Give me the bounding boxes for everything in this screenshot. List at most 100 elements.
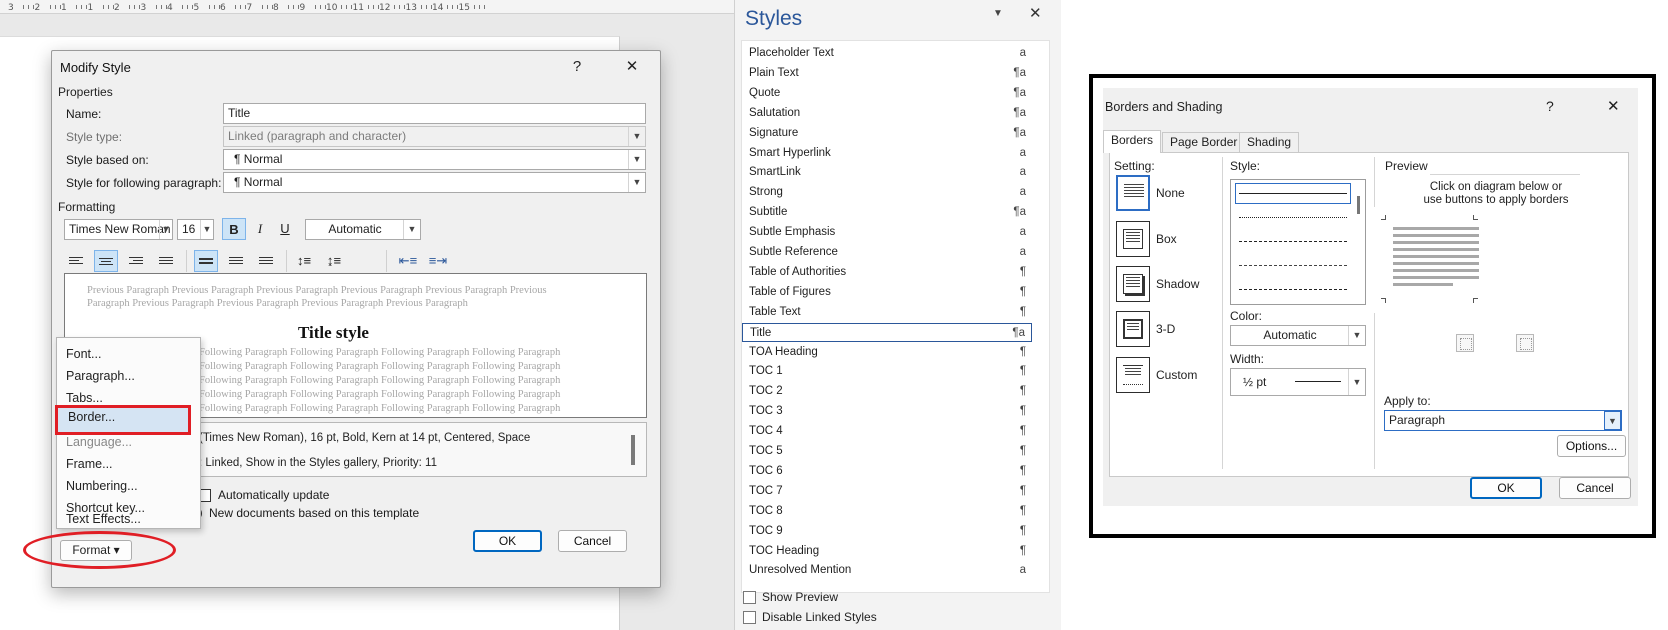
style-list-item[interactable]: Table of Authorities ¶ xyxy=(742,263,1032,283)
style-list-item[interactable]: Table Text ¶ xyxy=(742,303,1032,323)
chevron-down-icon[interactable]: ▼ xyxy=(159,220,172,239)
border-preview-diagram[interactable] xyxy=(1371,207,1494,313)
cancel-button[interactable]: Cancel xyxy=(558,530,627,552)
increase-indent-icon[interactable]: ≡⇥ xyxy=(426,250,450,272)
close-icon[interactable]: ✕ xyxy=(1029,4,1042,22)
chevron-down-icon[interactable]: ▼ xyxy=(1348,369,1365,395)
line-style-dashed[interactable] xyxy=(1239,241,1347,242)
ok-button[interactable]: OK xyxy=(473,530,542,552)
description-scrollbar[interactable] xyxy=(631,435,635,465)
style-list-item[interactable]: Plain Text ¶a xyxy=(742,64,1032,84)
close-button[interactable]: ✕ xyxy=(1607,97,1620,115)
style-list-item[interactable]: TOC 2 ¶ xyxy=(742,382,1032,402)
chevron-down-icon[interactable]: ▼ xyxy=(628,173,645,192)
style-list-item[interactable]: Quote ¶a xyxy=(742,84,1032,104)
decrease-spacing-icon[interactable]: ↨≡ xyxy=(322,250,346,272)
help-button[interactable]: ? xyxy=(1546,98,1554,114)
options-button[interactable]: Options... xyxy=(1557,435,1626,457)
left-border-button-icon[interactable] xyxy=(1456,334,1474,352)
setting-shadow-icon[interactable] xyxy=(1116,266,1150,302)
style-list-item[interactable]: SmartLink a xyxy=(742,163,1032,183)
setting-3d-label[interactable]: 3-D xyxy=(1156,322,1175,336)
style-list-item[interactable]: TOC 4 ¶ xyxy=(742,422,1032,442)
style-list-item[interactable]: Title ¶a xyxy=(742,322,1032,343)
style-list-item[interactable]: TOC 8 ¶ xyxy=(742,502,1032,522)
menu-item-language[interactable]: Language... xyxy=(66,432,191,452)
color-select[interactable]: Automatic ▼ xyxy=(1230,325,1366,346)
line-style-dash-dot[interactable] xyxy=(1239,289,1347,290)
menu-item-frame[interactable]: Frame... xyxy=(66,454,191,474)
tab-shading[interactable]: Shading xyxy=(1239,132,1300,152)
tab-borders[interactable]: Borders xyxy=(1103,130,1162,153)
setting-none-icon[interactable] xyxy=(1116,175,1150,211)
line-style-long-dash[interactable] xyxy=(1239,265,1347,266)
chevron-down-icon[interactable]: ▼ xyxy=(1604,411,1621,430)
style-list-item[interactable]: TOC 6 ¶ xyxy=(742,462,1032,482)
setting-box-label[interactable]: Box xyxy=(1156,232,1177,246)
setting-box-icon[interactable] xyxy=(1116,221,1150,257)
style-list-item[interactable]: TOC 3 ¶ xyxy=(742,402,1032,422)
apply-to-select[interactable]: Paragraph ▼ xyxy=(1384,410,1622,431)
single-spacing-icon[interactable] xyxy=(194,250,218,272)
disable-linked-checkbox[interactable] xyxy=(743,611,756,625)
style-list-item[interactable]: Unresolved Mention a xyxy=(742,561,1032,581)
style-list-item[interactable]: Placeholder Text a xyxy=(742,44,1032,64)
setting-none-label[interactable]: None xyxy=(1156,186,1185,200)
double-spacing-icon[interactable] xyxy=(254,250,278,272)
disable-linked-option[interactable]: Disable Linked Styles xyxy=(743,610,877,625)
justify-icon[interactable] xyxy=(154,250,178,272)
right-border-button-icon[interactable] xyxy=(1516,334,1534,352)
line-style-list[interactable] xyxy=(1230,179,1366,305)
following-paragraph-select[interactable]: ¶ Normal ▼ xyxy=(223,172,646,193)
style-list-item[interactable]: TOA Heading ¶ xyxy=(742,343,1032,363)
chevron-down-icon[interactable]: ▼ xyxy=(993,8,1003,19)
menu-item-numbering[interactable]: Numbering... xyxy=(66,476,191,496)
ok-button[interactable]: OK xyxy=(1470,477,1542,499)
align-left-icon[interactable] xyxy=(64,250,88,272)
name-field[interactable]: Title xyxy=(223,103,646,124)
setting-shadow-label[interactable]: Shadow xyxy=(1156,277,1199,291)
line-style-dotted[interactable] xyxy=(1239,217,1347,218)
based-on-select[interactable]: ¶ Normal ▼ xyxy=(223,149,646,170)
tab-page-border[interactable]: Page Border xyxy=(1162,132,1246,152)
help-button[interactable]: ? xyxy=(564,55,590,79)
font-size-select[interactable]: 16 ▼ xyxy=(177,219,214,240)
align-center-icon[interactable] xyxy=(94,250,118,272)
chevron-down-icon[interactable]: ▼ xyxy=(1348,326,1365,345)
style-list-item[interactable]: Table of Figures ¶ xyxy=(742,283,1032,303)
chevron-down-icon[interactable]: ▼ xyxy=(200,220,213,239)
style-list-item[interactable]: Strong a xyxy=(742,183,1032,203)
style-list-item[interactable]: Signature ¶a xyxy=(742,124,1032,144)
style-list-item[interactable]: Subtitle ¶a xyxy=(742,203,1032,223)
close-button[interactable]: ✕ xyxy=(619,55,645,79)
align-right-icon[interactable] xyxy=(124,250,148,272)
menu-item-border[interactable]: Border... xyxy=(55,405,191,435)
font-color-select[interactable]: Automatic ▼ xyxy=(305,219,421,240)
one-half-spacing-icon[interactable] xyxy=(224,250,248,272)
menu-item-paragraph[interactable]: Paragraph... xyxy=(66,366,191,386)
horizontal-ruler[interactable]: 3 2 1 1 2 3 4 5 6 7 8 9 10 11 12 13 14 15 xyxy=(0,0,734,14)
show-preview-checkbox[interactable] xyxy=(743,591,756,605)
style-list-item[interactable]: Subtle Reference a xyxy=(742,243,1032,263)
setting-custom-icon[interactable] xyxy=(1116,357,1150,393)
underline-button[interactable]: U xyxy=(273,218,297,240)
setting-3d-icon[interactable] xyxy=(1116,311,1150,347)
font-select[interactable]: Times New Roman ▼ xyxy=(64,219,173,240)
decrease-indent-icon[interactable]: ⇤≡ xyxy=(396,250,420,272)
chevron-down-icon[interactable]: ▼ xyxy=(403,220,420,239)
setting-custom-label[interactable]: Custom xyxy=(1156,368,1197,382)
style-list-item[interactable]: Subtle Emphasis a xyxy=(742,223,1032,243)
width-select[interactable]: ½ pt ▼ xyxy=(1230,368,1366,396)
show-preview-option[interactable]: Show Preview xyxy=(743,590,838,605)
line-style-solid[interactable] xyxy=(1239,193,1347,194)
cancel-button[interactable]: Cancel xyxy=(1559,477,1631,499)
style-list-item[interactable]: TOC Heading ¶ xyxy=(742,542,1032,562)
italic-button[interactable]: I xyxy=(248,218,272,240)
chevron-down-icon[interactable]: ▼ xyxy=(628,150,645,169)
style-list-scrollbar[interactable] xyxy=(1357,196,1360,214)
style-list-item[interactable]: TOC 5 ¶ xyxy=(742,442,1032,462)
style-list-item[interactable]: Smart Hyperlink a xyxy=(742,144,1032,164)
style-list-item[interactable]: TOC 9 ¶ xyxy=(742,522,1032,542)
menu-item-font[interactable]: Font... xyxy=(66,344,191,364)
style-list-item[interactable]: TOC 7 ¶ xyxy=(742,482,1032,502)
